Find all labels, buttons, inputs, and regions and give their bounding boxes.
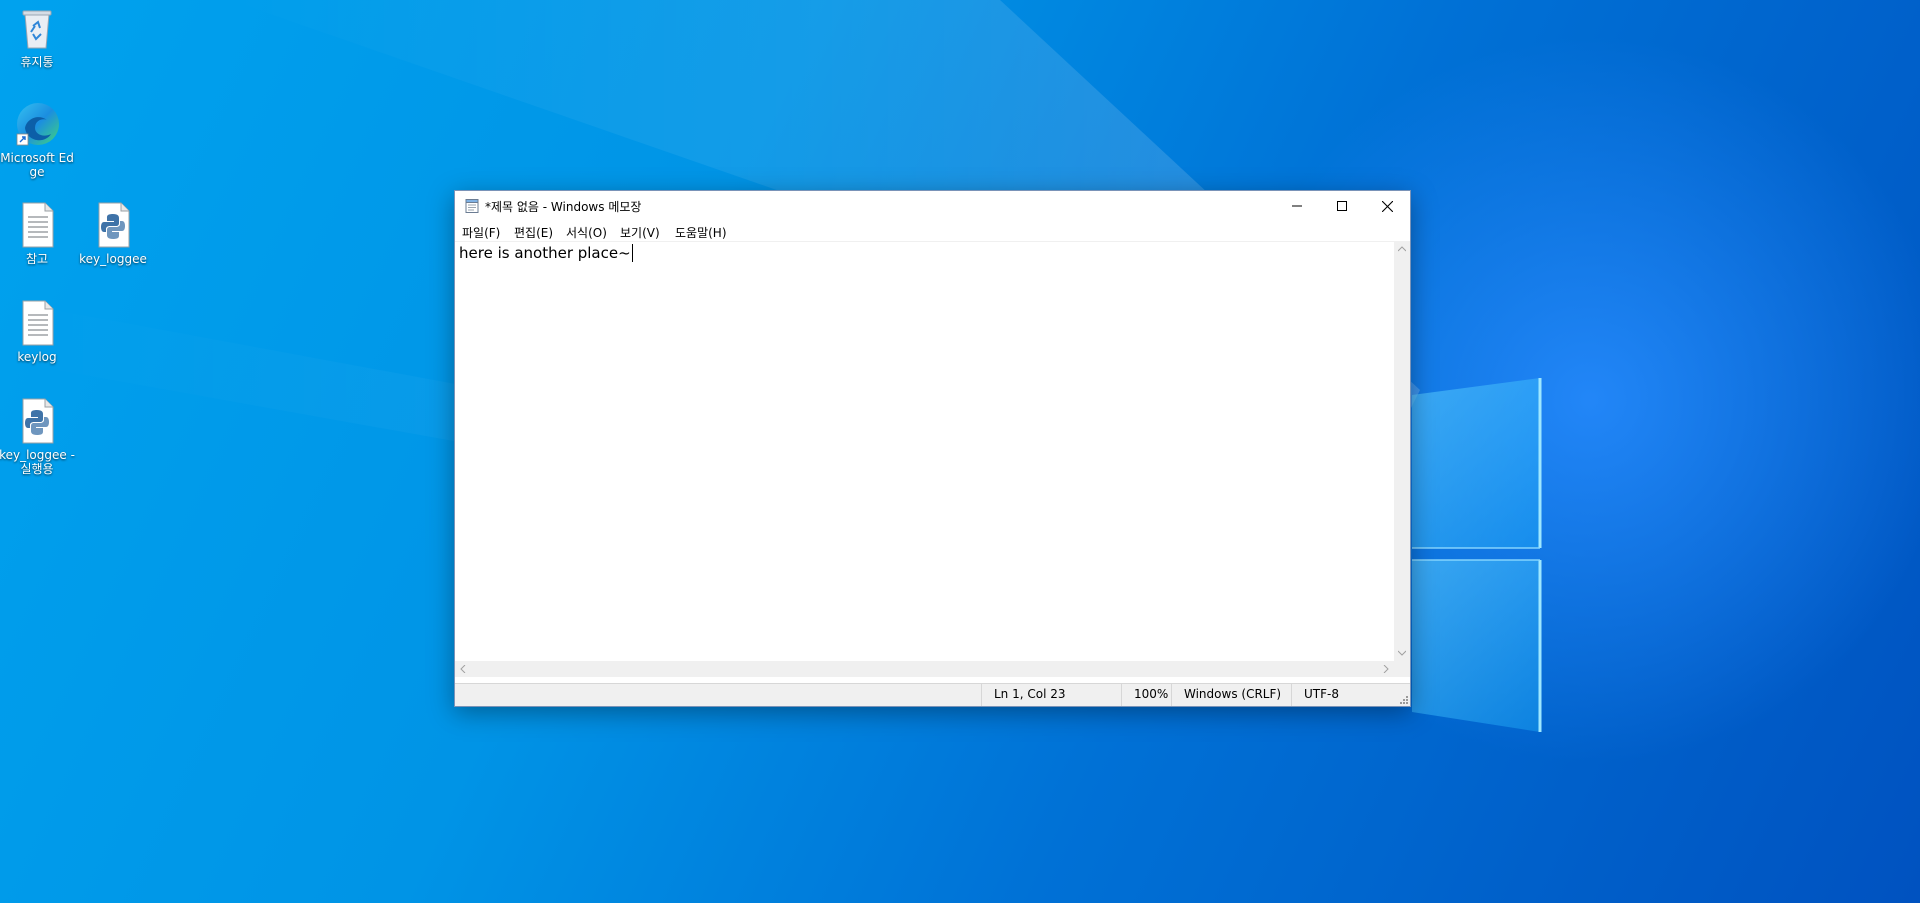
text-file-icon: [13, 299, 61, 347]
desktop-icon-label: key_loggee - 실행용: [0, 448, 75, 476]
status-encoding: UTF-8: [1291, 684, 1391, 706]
desktop-icon-label: 휴지통: [20, 55, 54, 69]
status-zoom: 100%: [1121, 684, 1171, 706]
desktop-icon-label: key_loggee: [79, 252, 147, 266]
status-cursor-position: Ln 1, Col 23: [981, 684, 1121, 706]
notepad-icon: [464, 198, 480, 214]
desktop-icon-label: 참고: [25, 252, 49, 266]
desktop-icon-label: keylog: [17, 350, 57, 364]
minimize-button[interactable]: [1274, 191, 1319, 221]
edge-icon: [13, 100, 61, 148]
menu-help[interactable]: 도움말(H): [675, 224, 727, 241]
desktop-icon-recycle-bin[interactable]: 휴지통: [0, 4, 75, 69]
scrollbar-corner: [1394, 661, 1410, 677]
python-file-icon: [13, 397, 61, 445]
scroll-up-arrow-icon[interactable]: [1394, 241, 1410, 257]
menu-edit[interactable]: 편집(E): [514, 224, 553, 241]
notepad-window: *제목 없음 - Windows 메모장 파일(F) 편집(E) 서식(O) 보…: [454, 190, 1411, 707]
desktop-icon-key-loggee-run[interactable]: key_loggee - 실행용: [0, 397, 75, 476]
maximize-button[interactable]: [1319, 191, 1364, 221]
text-file-icon: [13, 201, 61, 249]
text-caret: [631, 244, 633, 262]
desktop: 휴지통 Microsoft Edge 참고 key_loggee keylog …: [0, 0, 1920, 903]
resize-grip-icon[interactable]: [1398, 694, 1408, 704]
desktop-icon-keylog[interactable]: keylog: [0, 299, 75, 364]
editor-text-value: here is another place~: [459, 244, 631, 262]
menu-file[interactable]: 파일(F): [462, 224, 500, 241]
text-editor[interactable]: here is another place~: [455, 241, 1394, 661]
scroll-left-arrow-icon[interactable]: [455, 661, 471, 677]
minimize-icon: [1291, 205, 1302, 207]
desktop-icon-label: Microsoft Edge: [0, 151, 74, 179]
status-bar: Ln 1, Col 23 100% Windows (CRLF) UTF-8: [455, 683, 1410, 706]
close-icon: [1382, 200, 1393, 212]
scroll-down-arrow-icon[interactable]: [1394, 645, 1410, 661]
scroll-right-arrow-icon[interactable]: [1378, 661, 1394, 677]
window-title: *제목 없음 - Windows 메모장: [485, 200, 642, 214]
desktop-icon-edge[interactable]: Microsoft Edge: [0, 100, 75, 179]
horizontal-scrollbar[interactable]: [455, 661, 1394, 677]
editor-content[interactable]: here is another place~: [459, 244, 633, 262]
menu-bar: 파일(F) 편집(E) 서식(O) 보기(V) 도움말(H): [455, 221, 1410, 241]
desktop-icon-key-loggee[interactable]: key_loggee: [75, 201, 151, 266]
desktop-icon-note[interactable]: 참고: [0, 201, 75, 266]
menu-view[interactable]: 보기(V): [620, 224, 660, 241]
close-button[interactable]: [1365, 191, 1410, 221]
recycle-bin-icon: [13, 4, 61, 52]
title-bar[interactable]: *제목 없음 - Windows 메모장: [455, 191, 1410, 221]
status-line-ending: Windows (CRLF): [1171, 684, 1291, 706]
maximize-icon: [1336, 201, 1347, 211]
vertical-scrollbar[interactable]: [1394, 241, 1410, 661]
menu-format[interactable]: 서식(O): [566, 224, 607, 241]
python-file-icon: [89, 201, 137, 249]
